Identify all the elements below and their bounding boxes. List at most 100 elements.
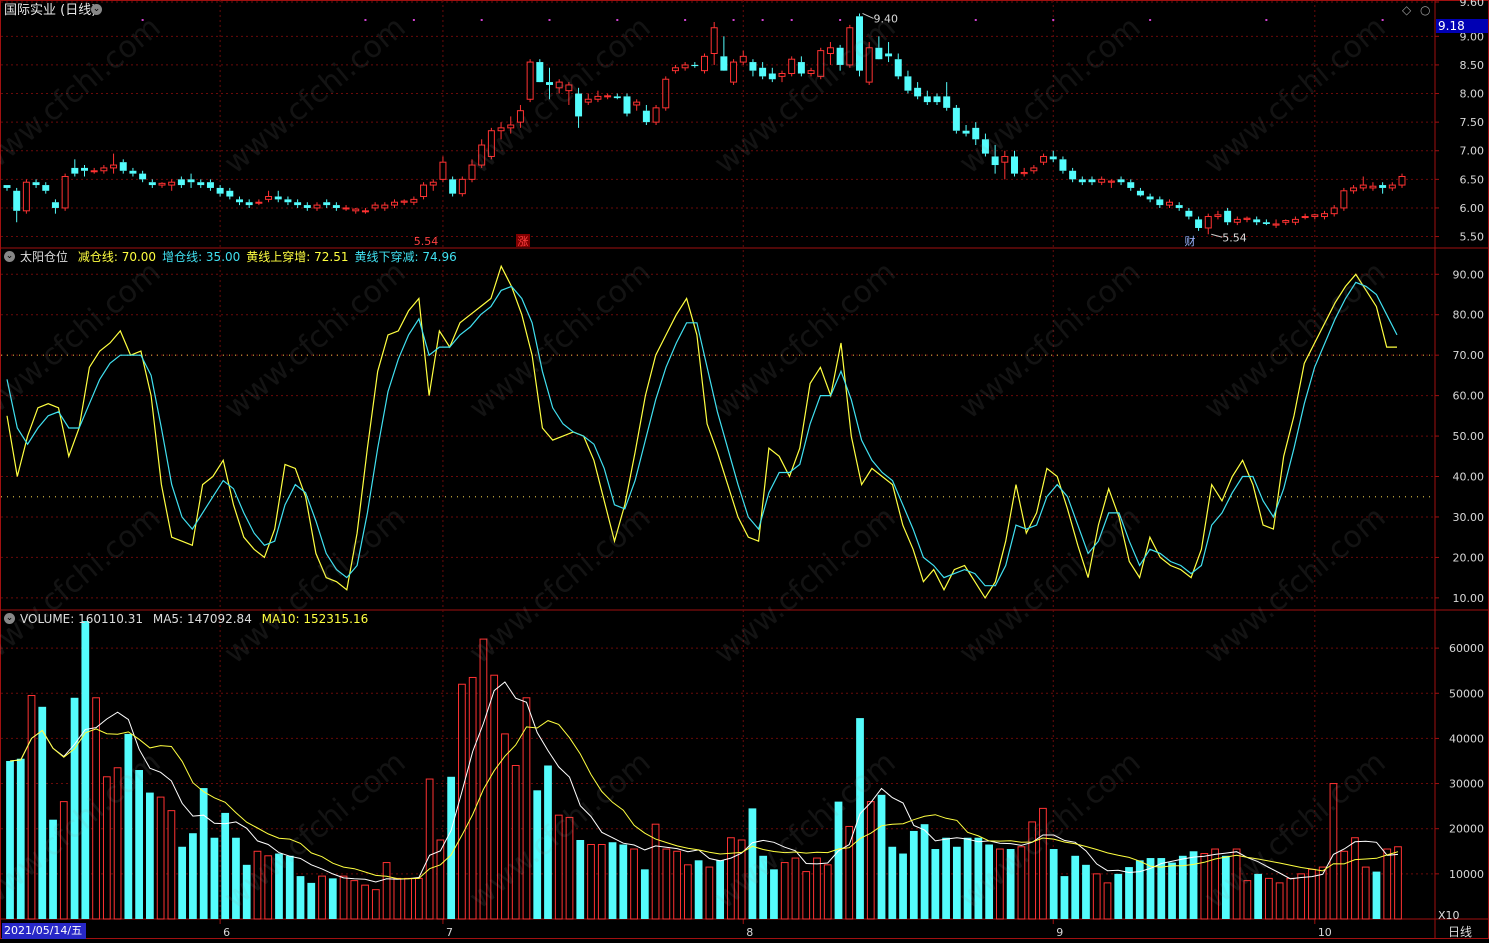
candle-body-up bbox=[1350, 187, 1358, 192]
candle-body-down bbox=[284, 199, 292, 203]
month-tick-label: 8 bbox=[746, 926, 753, 939]
indicator-tick-label: 40.00 bbox=[1453, 471, 1485, 484]
stock-chart[interactable]: 9.609.008.508.007.507.006.506.005.506 7 8 9… bbox=[0, 0, 1489, 943]
volume-label: VOLUME: bbox=[20, 612, 75, 626]
volume-bar-down bbox=[576, 839, 585, 919]
ma10-label: MA10: bbox=[261, 612, 300, 626]
candle-body-down bbox=[245, 202, 253, 206]
volume-bar-down bbox=[178, 846, 187, 919]
volume-tick-label: 30000 bbox=[1449, 778, 1484, 791]
candle-body-up bbox=[1311, 214, 1319, 218]
zoom-label[interactable]: X10 bbox=[1438, 909, 1460, 923]
candle-body-down bbox=[3, 185, 11, 188]
indicator-line bbox=[6, 281, 1398, 587]
volume-header: VOLUME: 160110.31 MA5: 147092.84 MA10: 1… bbox=[20, 612, 368, 626]
candle-body-up bbox=[788, 58, 796, 75]
candle-body-down bbox=[81, 167, 88, 171]
period-label[interactable]: 日线 bbox=[1448, 925, 1472, 939]
candle-body-up bbox=[1340, 190, 1348, 209]
event-marker-dot bbox=[364, 19, 367, 21]
last-price-tag: 9.18 bbox=[1436, 19, 1488, 33]
candle-body-down bbox=[177, 179, 185, 186]
candle-body-up bbox=[1398, 175, 1406, 186]
volume-bar-down bbox=[1082, 864, 1090, 919]
candle-body-up bbox=[681, 64, 689, 69]
ma5-value: 147092.84 bbox=[186, 612, 252, 626]
candle-body-down bbox=[226, 190, 234, 197]
volume-chevron-down-icon[interactable]: ⌄ bbox=[4, 613, 15, 624]
candle-body-down bbox=[1011, 156, 1018, 174]
candle-body-up bbox=[1369, 185, 1377, 189]
settings-dot-icon[interactable]: ○ bbox=[1420, 3, 1430, 17]
candle-body-up bbox=[1272, 223, 1280, 226]
volume-bar-up bbox=[318, 875, 326, 920]
volume-bar-down bbox=[856, 718, 864, 919]
candle-body-down bbox=[914, 87, 922, 97]
candle-body-up bbox=[158, 182, 166, 186]
volume-bar-up bbox=[845, 825, 854, 920]
event-badge: 5.54 bbox=[414, 235, 439, 248]
volume-bar-up bbox=[866, 801, 875, 920]
event-marker-dot bbox=[761, 19, 764, 21]
candle-body-down bbox=[894, 59, 902, 77]
candle-body-down bbox=[904, 76, 912, 91]
candle-body-down bbox=[32, 182, 40, 186]
event-marker-dot bbox=[1149, 19, 1152, 21]
event-badge: 财 bbox=[1185, 234, 1196, 248]
event-badge: 涨 bbox=[518, 235, 529, 248]
candle-body-up bbox=[710, 27, 718, 54]
watermark-text: www.cfchi.com bbox=[708, 255, 903, 426]
volume-bar-up bbox=[802, 871, 811, 920]
watermark-text: www.cfchi.com bbox=[218, 10, 413, 181]
candle-body-up bbox=[371, 204, 379, 209]
volume-bar-down bbox=[877, 794, 886, 919]
watermark-text: www.cfchi.com bbox=[218, 500, 413, 671]
candle-body-up bbox=[100, 167, 108, 172]
event-marker-dot bbox=[412, 19, 415, 21]
candle-body-down bbox=[1146, 196, 1154, 200]
price-tick-label: 6.00 bbox=[1460, 202, 1485, 215]
candle-body-down bbox=[51, 202, 59, 208]
candle-body-up bbox=[1020, 171, 1028, 175]
volume-bar-down bbox=[1135, 860, 1144, 919]
candle-body-down bbox=[139, 173, 147, 180]
month-tick-label: 7 bbox=[446, 926, 453, 939]
volume-bar-down bbox=[640, 869, 649, 919]
volume-tick-label: 60000 bbox=[1449, 642, 1484, 655]
candle-body-down bbox=[13, 190, 21, 211]
indicator-header: 太阳仓位 减仓线: 70.00 增仓线: 35.00 黄线上穿增: 72.51 黄线下… bbox=[20, 250, 463, 264]
candle-body-up bbox=[1030, 167, 1038, 172]
candle-body-down bbox=[236, 199, 243, 203]
title-chevron-down-icon[interactable]: ⌄ bbox=[91, 4, 102, 15]
volume-bar-down bbox=[608, 842, 617, 919]
diamond-icon[interactable]: ◇ bbox=[1402, 3, 1411, 17]
candle-body-down bbox=[119, 162, 127, 171]
candle-body-down bbox=[71, 167, 79, 174]
indicator-param-label: 减仓线: bbox=[77, 250, 118, 264]
volume-bar-down bbox=[694, 860, 703, 919]
candle-body-down bbox=[536, 62, 544, 83]
volume-bar-down bbox=[307, 882, 316, 919]
candle-body-up bbox=[1233, 218, 1241, 223]
indicator-tick-label: 60.00 bbox=[1453, 390, 1485, 403]
volume-bar-up bbox=[1351, 837, 1359, 920]
volume-bar-down bbox=[920, 824, 929, 919]
event-marker-dot bbox=[790, 19, 793, 21]
candle-body-up bbox=[1107, 180, 1115, 183]
candle-body-down bbox=[952, 107, 960, 131]
indicator-param-value: 35.00 bbox=[202, 250, 241, 264]
volume-bar-down bbox=[1060, 876, 1069, 919]
candle-body-down bbox=[613, 96, 621, 99]
volume-bar-down bbox=[1372, 871, 1381, 919]
candle-body-up bbox=[1282, 220, 1290, 223]
watermark-text: www.cfchi.com bbox=[463, 10, 658, 181]
candle-body-down bbox=[1224, 210, 1232, 223]
indicator-chevron-down-icon[interactable]: ⌄ bbox=[4, 251, 15, 262]
volume-bar-up bbox=[414, 877, 423, 920]
candle-body-up bbox=[662, 78, 670, 109]
candle-body-up bbox=[439, 161, 447, 180]
watermark-text: www.cfchi.com bbox=[1198, 255, 1393, 426]
watermark-text: www.cfchi.com bbox=[708, 500, 903, 671]
candle-body-up bbox=[1243, 217, 1251, 220]
candle-body-down bbox=[749, 62, 757, 71]
